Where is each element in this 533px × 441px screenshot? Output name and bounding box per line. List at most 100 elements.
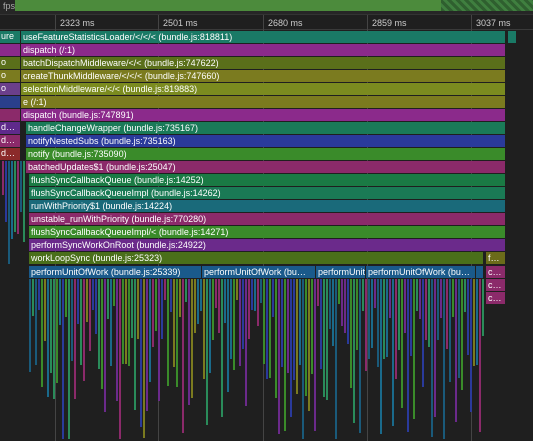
flame-spike: [176, 279, 178, 387]
flame-spike: [74, 279, 76, 399]
flame-spike: [170, 279, 172, 312]
flame-spike: [458, 279, 460, 378]
flame-frame[interactable]: handleChangeWrapper (bundle.js:735167): [26, 122, 506, 134]
flame-frame[interactable]: batchedUpdates$1 (bundle.js:25047): [26, 161, 506, 173]
flame-frame[interactable]: selectionMiddleware/</< (bundle.js:81988…: [21, 83, 506, 95]
flame-frame[interactable]: [476, 266, 484, 278]
flame-spike: [44, 279, 46, 341]
flame-spike: [164, 279, 166, 300]
flame-chart[interactable]: ure o o o d… d… d… useFeatureStatisticsL…: [0, 30, 533, 441]
flame-frame-truncated[interactable]: c…: [486, 266, 506, 278]
flame-frame[interactable]: notifyNestedSubs (bundle.js:735163): [26, 135, 506, 147]
flame-spike: [347, 279, 349, 344]
flame-spike: [269, 279, 271, 378]
flame-spike: [320, 279, 322, 369]
flame-frame-truncated[interactable]: f…: [486, 252, 506, 264]
flame-spike: [254, 279, 256, 311]
flame-spike: [335, 279, 337, 439]
flame-frame[interactable]: notify (bundle.js:735090): [26, 148, 506, 160]
flame-spike: [437, 279, 439, 340]
flame-spike: [245, 279, 247, 406]
flame-spike: [368, 279, 370, 359]
flame-spike: [32, 279, 34, 316]
flame-spike: [56, 279, 58, 383]
flame-spike: [77, 279, 79, 324]
flame-spike: [281, 279, 283, 367]
flame-spike: [329, 279, 331, 329]
flame-frame[interactable]: performUnitOfWork (bu…: [366, 266, 476, 278]
flame-spike: [272, 279, 274, 317]
tick-label: 2859 ms: [372, 18, 407, 28]
flame-spike: [461, 279, 463, 390]
flame-frame[interactable]: flushSyncCallbackQueue (bundle.js:14252): [29, 174, 506, 186]
flame-stub-label: d…: [1, 135, 16, 145]
flame-stub-label: o: [1, 83, 7, 93]
flame-frame[interactable]: createThunkMiddleware/</</< (bundle.js:7…: [21, 70, 506, 82]
flame-stub[interactable]: d…: [0, 135, 20, 147]
flame-frame[interactable]: performUnitOfWork (bu…: [316, 266, 366, 278]
flame-spike: [338, 279, 340, 304]
flame-spike: [239, 279, 241, 366]
flame-frame[interactable]: [508, 31, 517, 43]
flame-stub[interactable]: [0, 109, 20, 121]
flame-spike: [266, 279, 268, 379]
flame-stub-label: d…: [1, 148, 16, 158]
flame-stub[interactable]: o: [0, 57, 20, 69]
flame-spike: [482, 279, 484, 336]
flame-spike: [230, 279, 232, 359]
flame-spike: [434, 279, 436, 417]
flame-stub[interactable]: o: [0, 83, 20, 95]
flame-spike: [431, 279, 433, 437]
flame-spike: [122, 279, 124, 364]
flame-spike: [473, 279, 475, 366]
flame-spike: [467, 279, 469, 355]
flame-stub[interactable]: [0, 96, 20, 108]
flame-spike: [425, 279, 427, 340]
flame-spike: [419, 279, 421, 319]
flame-frame-truncated[interactable]: c…: [486, 279, 506, 291]
flame-stub[interactable]: ure: [0, 31, 20, 43]
flame-frame[interactable]: dispatch (/:1): [21, 44, 506, 56]
flame-spike: [20, 161, 22, 212]
flame-spike: [59, 279, 61, 325]
flame-frame[interactable]: useFeatureStatisticsLoader/</</< (bundle…: [21, 31, 506, 43]
flame-frame[interactable]: dispatch (bundle.js:747891): [21, 109, 506, 121]
flame-spike: [143, 279, 145, 438]
flame-frame[interactable]: performUnitOfWork (bu…: [202, 266, 316, 278]
flame-spike: [131, 279, 133, 338]
flame-spike: [107, 279, 109, 319]
flame-spike: [8, 161, 10, 264]
flame-frame[interactable]: batchDispatchMiddleware/</< (bundle.js:7…: [21, 57, 506, 69]
flame-spike: [284, 279, 286, 431]
flame-spike: [140, 279, 142, 427]
flame-spike: [233, 279, 235, 370]
flame-spike: [152, 279, 154, 347]
flame-spike: [155, 279, 157, 331]
flame-frame[interactable]: performSyncWorkOnRoot (bundle.js:24922): [29, 239, 506, 251]
flame-frame[interactable]: flushSyncCallbackQueueImpl/< (bundle.js:…: [29, 226, 506, 238]
flame-stub[interactable]: d…: [0, 122, 20, 134]
flame-spike: [380, 279, 382, 434]
flame-spike: [287, 279, 289, 373]
flame-stub[interactable]: d…: [0, 148, 20, 160]
flame-frame-truncated[interactable]: c…: [486, 292, 506, 304]
flame-frame[interactable]: runWithPriority$1 (bundle.js:14224): [29, 200, 506, 212]
flame-spike: [374, 279, 376, 308]
flame-frame[interactable]: e (/:1): [21, 96, 506, 108]
flame-spike: [206, 279, 208, 425]
flame-stub[interactable]: [0, 44, 20, 56]
flame-spike: [65, 279, 67, 317]
flame-frame[interactable]: unstable_runWithPriority (bundle.js:7702…: [29, 213, 506, 225]
flame-spike: [227, 279, 229, 392]
flame-spike: [353, 279, 355, 423]
flame-spike: [476, 279, 478, 365]
flame-frame[interactable]: flushSyncCallbackQueueImpl (bundle.js:14…: [29, 187, 506, 199]
flame-spike: [62, 279, 64, 439]
flame-stub-label: o: [1, 57, 7, 67]
flame-frame[interactable]: workLoopSync (bundle.js:25323): [29, 252, 484, 264]
flame-stub-label: ure: [1, 31, 15, 41]
flame-frame[interactable]: performUnitOfWork (bundle.js:25339): [29, 266, 202, 278]
flame-stub[interactable]: o: [0, 70, 20, 82]
flame-spike: [89, 279, 91, 351]
flame-spike: [203, 279, 205, 379]
